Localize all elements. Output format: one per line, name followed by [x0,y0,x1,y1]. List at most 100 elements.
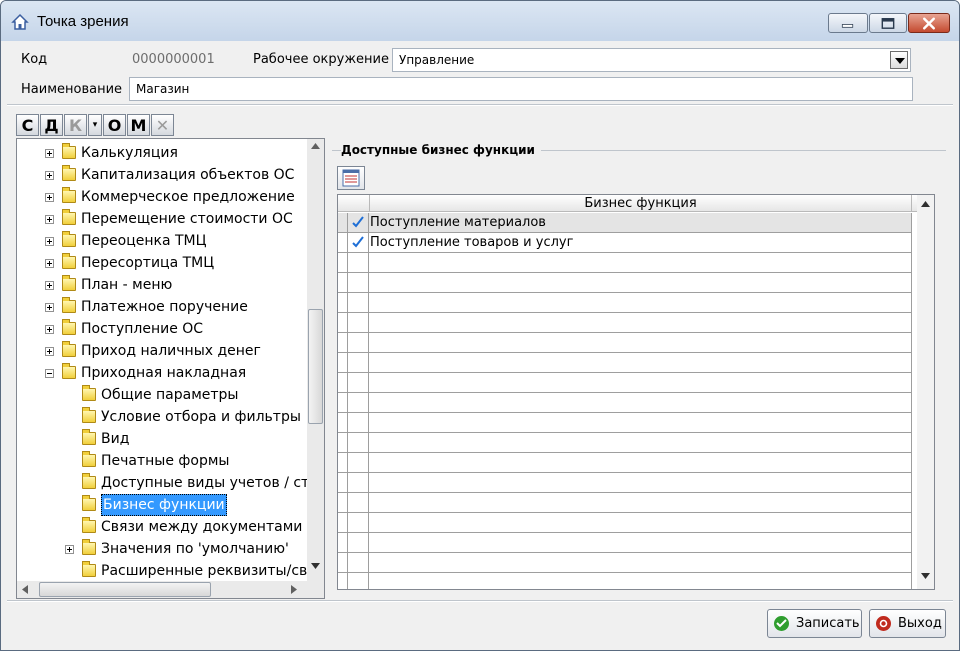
row-label-cell[interactable] [369,553,912,573]
toolbar-dropdown-button[interactable]: ▾ [88,114,102,136]
empty-row[interactable] [338,453,912,473]
table-row[interactable]: Поступление материалов [338,213,912,233]
row-label-cell[interactable] [369,533,912,553]
empty-row[interactable] [338,473,912,493]
empty-row[interactable] [338,273,912,293]
tree-horizontal-thumb[interactable] [39,582,211,597]
row-check-cell[interactable] [348,453,369,473]
row-label-cell[interactable]: Поступление материалов [369,213,912,233]
empty-row[interactable] [338,413,912,433]
expand-icon[interactable] [45,259,54,268]
empty-row[interactable] [338,513,912,533]
grid-vertical-scrollbar[interactable] [917,195,934,589]
row-check-cell[interactable] [348,353,369,373]
expand-icon[interactable] [45,303,54,312]
row-label-cell[interactable] [369,453,912,473]
row-check-cell[interactable] [348,373,369,393]
row-label-cell[interactable] [369,433,912,453]
row-label-cell[interactable] [369,413,912,433]
row-check-cell[interactable] [348,533,369,553]
row-check-cell[interactable] [348,573,369,589]
tree-view[interactable]: Калькуляция Капитализация объектов ОС Комм… [16,138,325,599]
row-check-cell[interactable] [348,553,369,573]
row-check-cell[interactable] [348,473,369,493]
row-check-cell[interactable] [348,253,369,273]
row-check-cell[interactable] [348,493,369,513]
business-functions-grid[interactable]: Бизнес функция Поступление материалов Пос… [337,194,935,590]
empty-row[interactable] [338,573,912,589]
toolbar-button-m[interactable]: М [127,114,150,136]
tree-horizontal-scrollbar[interactable] [17,581,324,598]
expand-icon[interactable] [45,325,54,334]
row-label-cell[interactable] [369,493,912,513]
exit-button[interactable]: Выход [869,609,946,638]
toolbar-button-k[interactable]: К [64,114,87,136]
table-row[interactable]: Поступление товаров и услуг [338,233,912,253]
empty-row[interactable] [338,533,912,553]
row-label-cell[interactable] [369,273,912,293]
row-check-cell[interactable] [348,273,369,293]
expand-icon[interactable] [45,215,54,224]
grid-scroll-up-icon[interactable] [921,201,930,207]
environment-select[interactable]: Управление [392,48,911,72]
empty-row[interactable] [338,253,912,273]
row-label-cell[interactable] [369,253,912,273]
row-check-cell[interactable] [348,313,369,333]
close-button[interactable] [908,13,950,33]
column-header-business-function[interactable]: Бизнес функция [369,195,912,212]
expand-icon[interactable] [45,237,54,246]
expand-icon[interactable] [45,281,54,290]
row-label-cell[interactable] [369,313,912,333]
row-label-cell[interactable] [369,573,912,589]
tree-scroll-thumb[interactable] [308,309,323,424]
toolbar-delete-button[interactable]: ✕ [151,114,174,136]
chevron-down-icon[interactable] [890,51,908,69]
empty-row[interactable] [338,433,912,453]
row-label-cell[interactable] [369,293,912,313]
toolbar-button-d[interactable]: Д [40,114,63,136]
expand-icon[interactable] [45,171,54,180]
empty-row[interactable] [338,353,912,373]
maximize-button[interactable] [869,13,907,33]
row-label-cell[interactable] [369,353,912,373]
save-button[interactable]: Записать [767,609,862,638]
name-field[interactable]: Магазин [129,77,913,101]
empty-row[interactable] [338,553,912,573]
expand-icon[interactable] [45,347,54,356]
scroll-up-icon[interactable] [311,143,320,149]
scroll-down-icon[interactable] [311,563,320,569]
scroll-right-icon[interactable] [291,585,297,594]
empty-row[interactable] [338,493,912,513]
row-label-cell[interactable] [369,513,912,533]
row-check-cell[interactable] [348,293,369,313]
empty-row[interactable] [338,313,912,333]
row-label-cell[interactable] [369,473,912,493]
expand-icon[interactable] [45,149,54,158]
row-check-cell[interactable] [348,333,369,353]
row-check-cell[interactable] [348,433,369,453]
row-check-cell[interactable] [348,413,369,433]
row-label-cell[interactable] [369,393,912,413]
scroll-left-icon[interactable] [22,585,28,594]
row-label-cell[interactable]: Поступление товаров и услуг [369,233,912,253]
row-label-cell[interactable] [369,373,912,393]
row-check-cell[interactable] [348,213,369,233]
grid-scroll-down-icon[interactable] [921,573,930,579]
expand-icon[interactable] [65,545,74,554]
select-list-button[interactable] [337,166,365,190]
toolbar-button-o[interactable]: О [103,114,126,136]
title-bar[interactable]: Точка зрения [1,1,959,41]
row-check-cell[interactable] [348,393,369,413]
empty-row[interactable] [338,293,912,313]
tree-vertical-scrollbar[interactable] [307,139,324,582]
empty-row[interactable] [338,393,912,413]
minimize-button[interactable] [828,13,868,33]
toolbar-button-s[interactable]: С [16,114,39,136]
collapse-icon[interactable] [45,369,54,378]
expand-icon[interactable] [45,193,54,202]
row-check-cell[interactable] [348,513,369,533]
empty-row[interactable] [338,373,912,393]
row-check-cell[interactable] [348,233,369,253]
empty-row[interactable] [338,333,912,353]
row-label-cell[interactable] [369,333,912,353]
